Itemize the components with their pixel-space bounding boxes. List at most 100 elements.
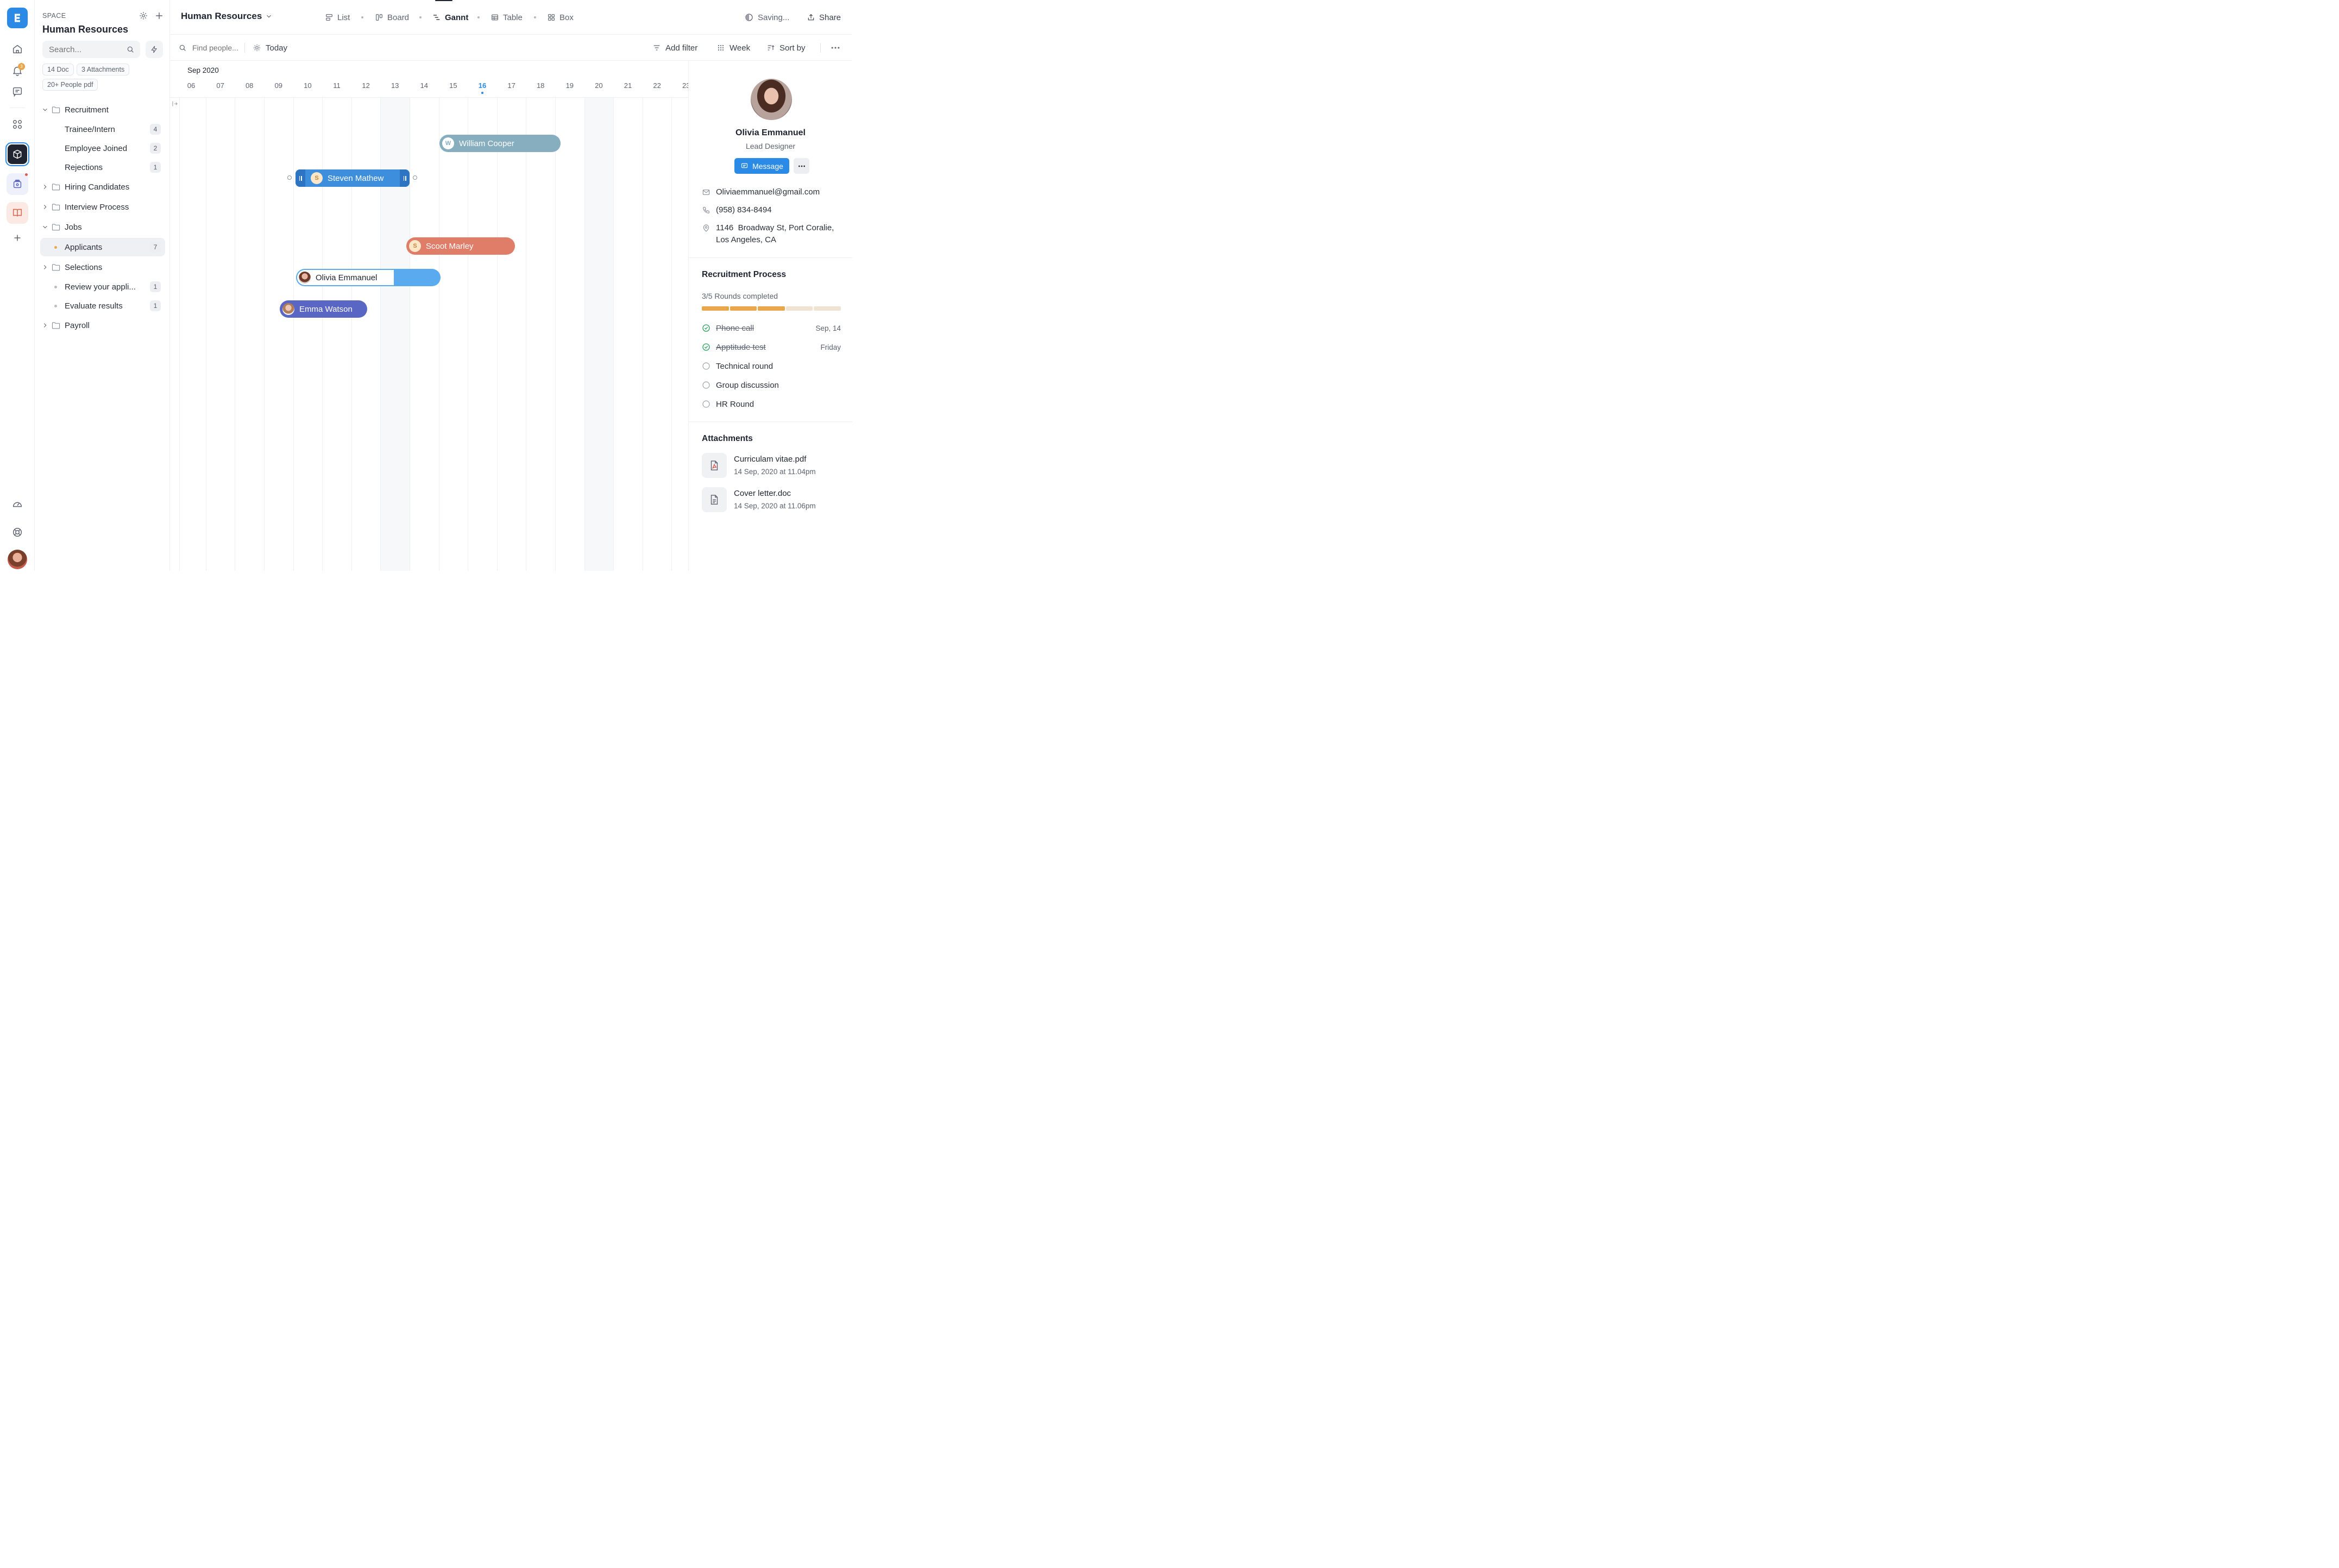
collapse-panel-icon[interactable] [171, 100, 179, 108]
chevron-right-icon[interactable] [41, 183, 49, 191]
add-item-icon[interactable] [154, 10, 165, 21]
notifications-bell-icon[interactable]: 3 [7, 60, 28, 81]
sort-by-button[interactable]: Sort by [766, 41, 806, 54]
drag-connector-left[interactable] [287, 175, 292, 180]
chevron-right-icon[interactable] [41, 322, 49, 329]
sidebar-item-jobs[interactable]: Jobs [40, 218, 165, 236]
book-space-icon[interactable] [7, 202, 28, 224]
gantt-bar-label: Olivia Emmanuel [316, 273, 378, 282]
drag-connector-right[interactable] [413, 175, 417, 180]
workspace-title-dropdown[interactable]: Human Resources [181, 11, 273, 22]
gantt-bar-emma-watson[interactable]: Emma Watson [280, 300, 367, 318]
add-filter-button[interactable]: Add filter [652, 41, 697, 54]
calendar-space-icon[interactable] [7, 173, 28, 195]
sidebar-item-evaluate-results[interactable]: Evaluate results 1 [40, 297, 165, 315]
tab-separator [419, 16, 422, 18]
sidebar-item-review-your-appli[interactable]: Review your appli... 1 [40, 278, 165, 296]
sidebar-item-selections[interactable]: Selections [40, 258, 165, 276]
gantt-bar-olivia-emmanuel[interactable]: Olivia Emmanuel [296, 269, 441, 286]
empty-circle-icon[interactable] [702, 400, 710, 408]
add-space-icon[interactable] [7, 227, 28, 249]
profile-more-button[interactable] [794, 158, 809, 174]
more-options-icon[interactable] [830, 42, 841, 53]
sidebar-item-recruitment[interactable]: Recruitment [40, 100, 165, 119]
phone-icon [703, 207, 709, 213]
attachments-title: Attachments [702, 434, 753, 443]
empty-circle-icon[interactable] [702, 381, 710, 389]
find-people-input[interactable] [191, 43, 246, 53]
help-lifebuoy-icon[interactable] [7, 521, 28, 543]
quick-action-button[interactable] [146, 41, 163, 58]
tab-list[interactable]: List [325, 11, 350, 24]
dashboard-gauge-icon[interactable] [7, 493, 28, 515]
today-button[interactable]: Today [253, 41, 287, 54]
doc-count-chip[interactable]: 14 Doc [42, 64, 74, 75]
gantt-bar-steven-mathew[interactable]: S Steven Mathew [295, 169, 410, 187]
week-scale-button[interactable]: Week [716, 41, 750, 54]
share-upload-icon [808, 14, 814, 21]
day-label: 18 [536, 81, 545, 90]
apps-grid-icon[interactable] [7, 114, 28, 135]
round-item[interactable]: Technical round [702, 360, 841, 372]
gantt-bar-william-cooper[interactable]: W William Cooper [439, 135, 561, 152]
sidebar-item-employee-joined[interactable]: Employee Joined 2 [40, 139, 165, 158]
recruitment-progress-text: 3/5 Rounds completed [702, 292, 778, 300]
tab-table[interactable]: Table [491, 11, 523, 24]
resize-handle-left[interactable] [295, 169, 305, 187]
sidebar-item-label: Jobs [65, 222, 82, 232]
sidebar-item-interview-process[interactable]: Interview Process [40, 198, 165, 216]
sidebar-item-trainee-intern[interactable]: Trainee/Intern 4 [40, 120, 165, 138]
round-item[interactable]: Apptitude test Friday [702, 341, 841, 353]
round-item[interactable]: Phone call Sep, 14 [702, 322, 841, 334]
attachment-item[interactable]: Curriculam vitae.pdf 14 Sep, 2020 at 11.… [702, 453, 841, 479]
profile-phone-row[interactable]: (958) 834-8494 [702, 204, 772, 216]
attachment-item[interactable]: Cover letter.doc 14 Sep, 2020 at 11.06pm [702, 487, 841, 513]
sidebar-item-applicants[interactable]: Applicants 7 [40, 238, 165, 256]
check-circle-icon[interactable] [702, 343, 710, 351]
profile-address-line1: 1146 Broadway St, Port Coralie, [716, 223, 834, 232]
sidebar-item-payroll[interactable]: Payroll [40, 316, 165, 335]
tab-table-label: Table [503, 12, 523, 22]
chevron-right-icon[interactable] [41, 263, 49, 271]
sidebar-item-rejections[interactable]: Rejections 1 [40, 158, 165, 177]
tab-gantt[interactable]: Gannt [432, 11, 468, 24]
chevron-right-icon[interactable] [41, 203, 49, 211]
day-label: 07 [216, 81, 224, 90]
check-circle-icon[interactable] [702, 324, 710, 332]
chevron-down-icon[interactable] [41, 223, 49, 231]
tab-box-label: Box [559, 12, 574, 22]
share-button[interactable]: Share [807, 11, 841, 24]
gantt-month: Sep 2020 [187, 66, 219, 74]
tab-board[interactable]: Board [375, 11, 409, 24]
tab-box[interactable]: Box [547, 11, 574, 24]
user-avatar[interactable] [8, 550, 27, 569]
round-item[interactable]: HR Round [702, 398, 841, 410]
tab-separator [361, 16, 363, 18]
chevron-down-icon [267, 15, 272, 18]
home-icon[interactable] [7, 38, 28, 60]
app-logo[interactable] [7, 8, 28, 28]
sidebar-search-input[interactable] [42, 41, 124, 58]
chevron-down-icon[interactable] [41, 106, 49, 114]
attachments-count-chip[interactable]: 3 Attachments [77, 64, 130, 75]
sidebar-search[interactable] [42, 41, 140, 58]
day-label: 16 [478, 81, 487, 90]
tab-separator [534, 16, 536, 18]
space-box-icon[interactable] [5, 142, 29, 166]
profile-name: Olivia Emmanuel [735, 128, 806, 137]
empty-circle-icon[interactable] [702, 362, 710, 370]
avatar-olivia [299, 272, 311, 284]
messages-icon[interactable] [7, 81, 28, 103]
day-label: 14 [420, 81, 429, 90]
sidebar-item-hiring-candidates[interactable]: Hiring Candidates [40, 178, 165, 196]
round-item[interactable]: Group discussion [702, 379, 841, 391]
folder-icon [52, 264, 60, 271]
resize-handle-right[interactable] [400, 169, 410, 187]
people-pdf-chip[interactable]: 20+ People pdf [42, 79, 98, 91]
message-button[interactable]: Message [734, 158, 789, 174]
today-indicator-dot [481, 92, 483, 94]
space-settings-icon[interactable] [139, 11, 148, 21]
find-people-search[interactable] [178, 41, 246, 54]
profile-email-row[interactable]: Oliviaemmanuel@gmail.com [702, 186, 820, 198]
gantt-bar-scoot-marley[interactable]: S Scoot Marley [406, 237, 515, 255]
